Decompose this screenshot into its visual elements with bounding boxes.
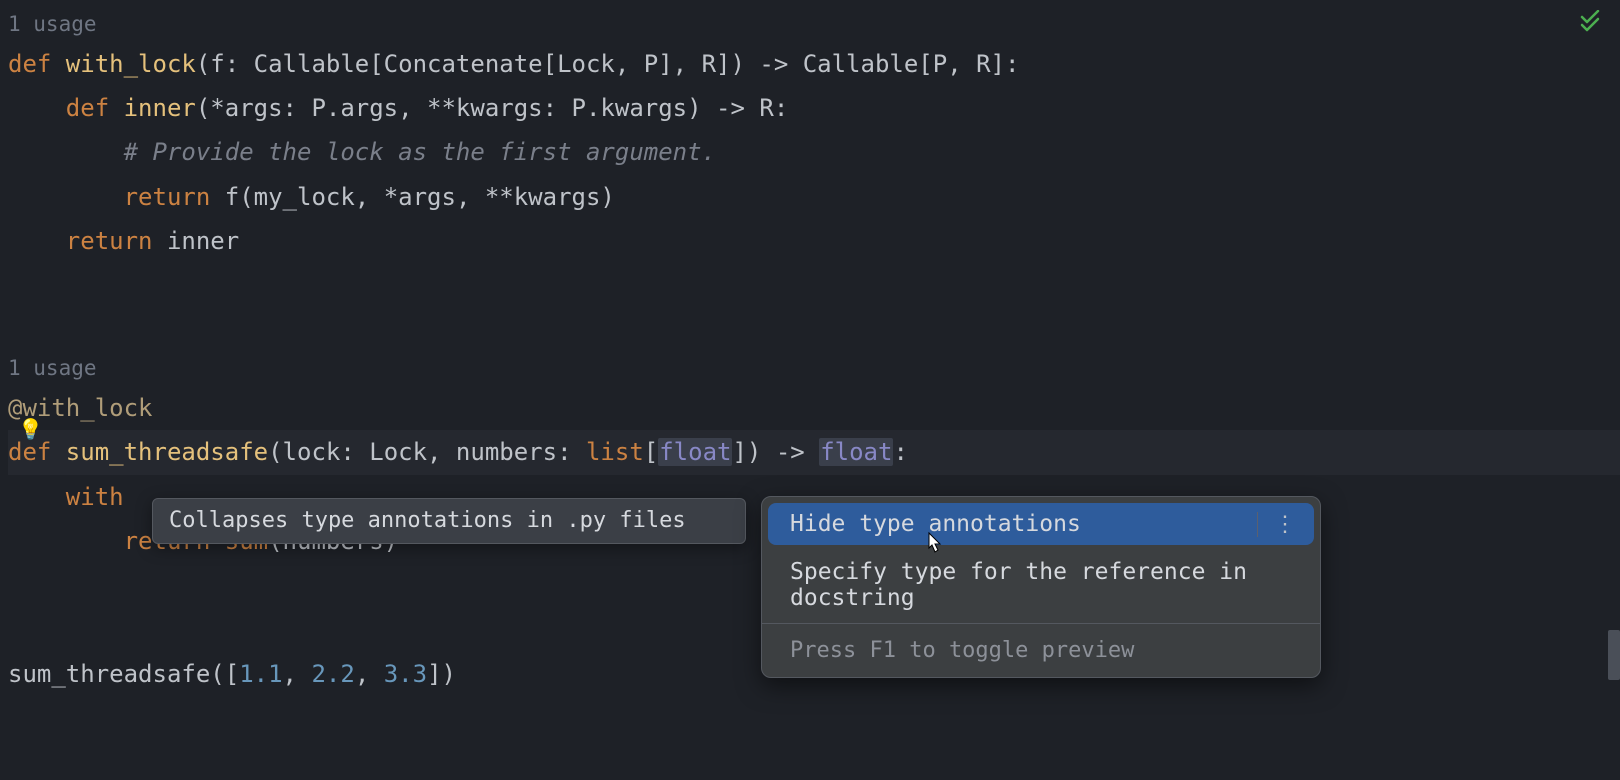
builtin-list: list <box>586 438 644 466</box>
code-text: inner <box>167 227 239 255</box>
code-line[interactable]: return inner <box>8 219 1620 263</box>
code-line[interactable]: return f(my_lock, *args, **kwargs) <box>8 175 1620 219</box>
code-line[interactable]: def sum_threadsafe(lock: Lock, numbers: … <box>8 430 1620 474</box>
popup-item-label: Hide type annotations <box>790 511 1081 537</box>
keyword-return: return <box>66 227 167 255</box>
keyword-def: def <box>66 94 124 122</box>
function-name: sum_threadsafe <box>66 438 268 466</box>
more-options-icon[interactable]: ⋮ <box>1257 512 1296 537</box>
keyword-def: def <box>8 50 66 78</box>
function-name: inner <box>124 94 196 122</box>
number-literal: 2.2 <box>311 660 354 688</box>
code-line[interactable]: def with_lock(f: Callable[Concatenate[Lo… <box>8 42 1620 86</box>
keyword-return: return <box>124 183 225 211</box>
intention-popup: Hide type annotations ⋮ Specify type for… <box>761 496 1321 678</box>
indent <box>8 94 66 122</box>
usage-hint[interactable]: 1 usage <box>8 8 1620 42</box>
analysis-ok-icon <box>1578 10 1602 40</box>
vertical-scrollbar[interactable] <box>1608 630 1620 680</box>
number-literal: 3.3 <box>384 660 427 688</box>
blank-line[interactable] <box>8 264 1620 308</box>
blank-line[interactable] <box>8 308 1620 352</box>
popup-item-label: Specify type for the reference in docstr… <box>790 559 1296 611</box>
popup-separator <box>762 623 1320 624</box>
keyword-with: with <box>66 483 138 511</box>
code-text: (*args: P.args, **kwargs: P.kwargs) -> R… <box>196 94 788 122</box>
function-name: with_lock <box>66 50 196 78</box>
popup-footer-hint: Press F1 to toggle preview <box>762 628 1320 677</box>
code-line[interactable]: def inner(*args: P.args, **kwargs: P.kwa… <box>8 86 1620 130</box>
indent <box>8 138 124 166</box>
indent <box>8 527 124 555</box>
indent <box>8 183 124 211</box>
code-line[interactable]: # Provide the lock as the first argument… <box>8 130 1620 174</box>
function-call: sum_threadsafe([ <box>8 660 239 688</box>
type-float: float <box>658 438 732 466</box>
keyword-def: def <box>8 438 66 466</box>
number-literal: 1.1 <box>239 660 282 688</box>
code-text: f(my_lock, *args, **kwargs) <box>225 183 615 211</box>
indent <box>8 227 66 255</box>
intention-tooltip: Collapses type annotations in .py files <box>152 498 746 544</box>
comment: # Provide the lock as the first argument… <box>124 138 716 166</box>
code-text: (f: Callable[Concatenate[Lock, P], R]) -… <box>196 50 1020 78</box>
intention-bulb-icon[interactable]: 💡 <box>18 417 43 441</box>
type-float: float <box>819 438 893 466</box>
usage-hint[interactable]: 1 usage <box>8 352 1620 386</box>
popup-item-specify-type-docstring[interactable]: Specify type for the reference in docstr… <box>762 551 1320 619</box>
code-line[interactable]: @with_lock <box>8 386 1620 430</box>
popup-item-hide-type-annotations[interactable]: Hide type annotations ⋮ <box>768 503 1314 545</box>
indent <box>8 483 66 511</box>
